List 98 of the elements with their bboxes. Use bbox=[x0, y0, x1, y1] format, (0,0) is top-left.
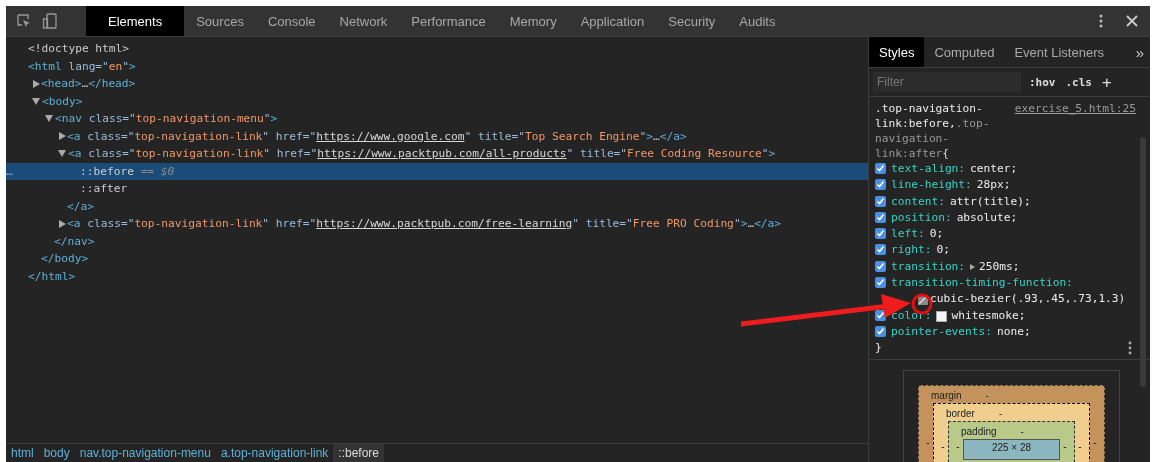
dom-node-line[interactable]: <html lang="en"> bbox=[28, 59, 136, 73]
box-label: border bbox=[946, 408, 975, 420]
checkbox[interactable] bbox=[875, 325, 886, 337]
box-value: - bbox=[1062, 440, 1068, 453]
checkbox[interactable] bbox=[875, 260, 886, 272]
box-value: - bbox=[940, 440, 946, 453]
box-value: - bbox=[1020, 426, 1024, 438]
more-options-icon[interactable] bbox=[1128, 340, 1132, 355]
dom-node-line[interactable]: <!doctype html> bbox=[28, 42, 130, 56]
hov-button[interactable]: :hov bbox=[1027, 75, 1058, 89]
source-link[interactable]: exercise_5.html:25 bbox=[1014, 101, 1136, 161]
box-value: - bbox=[985, 390, 989, 402]
panel-tab[interactable]: Memory bbox=[497, 6, 569, 36]
breadcrumb[interactable]: body bbox=[38, 444, 75, 462]
panel-tab[interactable]: Console bbox=[255, 6, 328, 36]
checkbox[interactable] bbox=[875, 211, 886, 223]
box-value: - bbox=[1077, 440, 1083, 453]
dom-node-line[interactable]: ::after bbox=[80, 182, 128, 196]
property-value: 28px; bbox=[976, 177, 1011, 194]
expand-arrow-icon[interactable] bbox=[970, 263, 976, 270]
breadcrumb[interactable]: ::before bbox=[333, 444, 384, 462]
box-label: margin bbox=[931, 390, 962, 402]
property-value: absolute; bbox=[956, 209, 1018, 226]
panel-tab[interactable]: Application bbox=[568, 6, 657, 36]
box-value: - bbox=[1092, 436, 1098, 449]
dom-node-line[interactable]: <head>…</head> bbox=[41, 77, 136, 91]
property-name: content: bbox=[891, 193, 945, 210]
dom-node-line[interactable]: <a class="top-navigation-link" href="https://www.packtpub.com/all-products" title="Free Coding Resource"> bbox=[68, 147, 776, 161]
box-label: padding bbox=[961, 426, 997, 438]
box-value: - bbox=[925, 436, 931, 449]
checkbox[interactable] bbox=[875, 277, 886, 289]
panel-tab[interactable]: Performance bbox=[399, 6, 498, 36]
expand-arrow-icon[interactable] bbox=[59, 219, 66, 228]
panel-tab[interactable]: Sources bbox=[184, 6, 256, 36]
property-name: text-align: bbox=[891, 161, 966, 177]
more-options-icon[interactable] bbox=[1098, 13, 1104, 29]
sidebar-tab[interactable]: Computed bbox=[924, 37, 1005, 67]
more-tabs-button[interactable]: » bbox=[1129, 37, 1150, 67]
checkbox[interactable] bbox=[875, 179, 886, 191]
rule-closing-brace: } bbox=[875, 340, 882, 356]
dom-node-line[interactable]: </a> bbox=[67, 199, 94, 213]
property-value: none; bbox=[997, 323, 1031, 340]
property-name: pointer-events: bbox=[891, 323, 993, 340]
panel-tab[interactable]: Network bbox=[327, 6, 400, 36]
dom-node-line[interactable]: </body> bbox=[41, 252, 89, 266]
property-name: left: bbox=[891, 226, 925, 243]
property-value: center; bbox=[970, 161, 1018, 177]
panel-tab[interactable]: Elements bbox=[86, 6, 185, 36]
device-toolbar-icon[interactable] bbox=[42, 13, 58, 29]
checkbox[interactable] bbox=[875, 195, 886, 207]
breadcrumb[interactable]: html bbox=[6, 444, 39, 462]
dom-node-line[interactable]: ::before == $0 bbox=[80, 164, 175, 178]
sidebar-tab[interactable]: Styles bbox=[869, 37, 925, 67]
url-link[interactable]: https://www.packtpub.com/free-learning bbox=[316, 217, 573, 231]
property-value: 250ms; bbox=[979, 258, 1020, 275]
color-swatch[interactable] bbox=[936, 310, 948, 322]
property-value: 0; bbox=[936, 242, 950, 259]
property-name: transition-timing-function: bbox=[891, 275, 1074, 292]
checkbox[interactable] bbox=[875, 244, 886, 256]
close-icon[interactable] bbox=[1126, 15, 1138, 27]
url-link[interactable]: https://www.packtpub.com/all-products bbox=[317, 147, 567, 161]
expand-arrow-icon[interactable] bbox=[33, 79, 40, 88]
box-value: - bbox=[998, 408, 1003, 420]
filter-field[interactable]: Filter bbox=[873, 72, 1021, 92]
breadcrumb[interactable]: a.top-navigation-link bbox=[215, 444, 334, 462]
dom-node-line[interactable]: </nav> bbox=[54, 234, 95, 248]
panel-tab[interactable]: Audits bbox=[727, 6, 788, 36]
panel-tab[interactable]: Security bbox=[656, 6, 728, 36]
expand-arrow-icon[interactable] bbox=[59, 132, 66, 141]
expand-arrow-icon[interactable] bbox=[45, 115, 53, 123]
expand-arrow-icon[interactable] bbox=[32, 97, 40, 105]
box-value: - bbox=[955, 440, 961, 453]
checkbox[interactable] bbox=[875, 228, 886, 240]
property-value: cubic-bezier(.93,.45,.73,1.3) bbox=[930, 291, 1126, 308]
inspect-icon[interactable] bbox=[16, 13, 32, 29]
checkbox[interactable] bbox=[875, 163, 886, 174]
new-rule-button[interactable]: + bbox=[1100, 72, 1114, 92]
sidebar-tab[interactable]: Event Listeners bbox=[1004, 37, 1114, 67]
dom-node-line[interactable]: <a class="top-navigation-link" href="https://www.google.com" title="Top Search Engine">…</a> bbox=[67, 129, 687, 143]
scrollbar[interactable] bbox=[1140, 137, 1146, 387]
selection-marker: … bbox=[6, 164, 13, 178]
rule-selector: .top-navigation-link:before,.top-navigation-link:after{ bbox=[875, 101, 991, 161]
dom-node-line[interactable]: <body> bbox=[42, 94, 83, 108]
property-name: right: bbox=[891, 242, 932, 259]
property-value: whitesmoke; bbox=[951, 307, 1026, 324]
property-name: transition: bbox=[891, 258, 966, 275]
content-size: 225 × 28 bbox=[963, 439, 1060, 461]
dom-node-line[interactable]: </html> bbox=[28, 269, 76, 283]
property-name: position: bbox=[891, 209, 952, 226]
dom-node-line[interactable]: <a class="top-navigation-link" href="https://www.packtpub.com/free-learning" title="Free PRO Coding">…</a> bbox=[67, 217, 782, 231]
dom-node-line[interactable]: <nav class="top-navigation-menu"> bbox=[55, 112, 278, 126]
curve-editor-icon[interactable] bbox=[918, 294, 928, 305]
breadcrumb[interactable]: nav.top-navigation-menu bbox=[74, 444, 216, 462]
property-value: 0; bbox=[929, 226, 944, 243]
url-link[interactable]: https://www.google.com bbox=[316, 129, 465, 143]
cls-button[interactable]: .cls bbox=[1063, 75, 1094, 89]
property-value: attr(title); bbox=[949, 193, 1031, 210]
property-name: line-height: bbox=[891, 177, 972, 194]
